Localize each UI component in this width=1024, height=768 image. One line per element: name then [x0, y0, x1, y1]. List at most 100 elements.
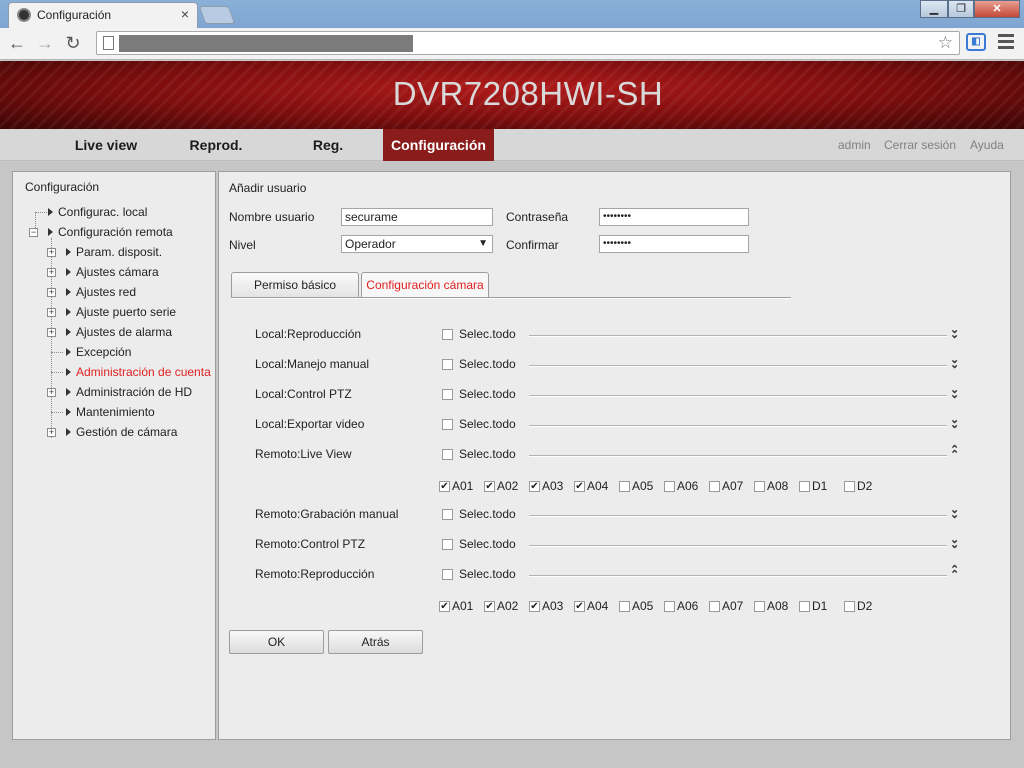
- tree-item-param-disposit[interactable]: Param. disposit.: [76, 243, 162, 261]
- tree-item-ajuste-puerto-serie[interactable]: Ajuste puerto serie: [76, 303, 176, 321]
- double-chevron-down-icon[interactable]: ⌄ ⌄: [950, 355, 959, 371]
- tree-item-configurac-local[interactable]: Configurac. local: [58, 203, 147, 221]
- back-button[interactable]: Atrás: [328, 630, 423, 654]
- tree-item-mantenimiento[interactable]: Mantenimiento: [76, 403, 155, 421]
- select-all-checkbox[interactable]: [442, 419, 453, 430]
- channel-label: A04: [587, 599, 609, 613]
- tree-item-configuracion-remota[interactable]: Configuración remota: [58, 223, 173, 241]
- maximize-button[interactable]: ❐: [948, 0, 974, 18]
- tab-permiso-basico[interactable]: Permiso básico: [231, 272, 359, 298]
- expand-icon[interactable]: +: [47, 308, 56, 317]
- channel-checkbox[interactable]: ✔: [484, 601, 495, 612]
- confirm-input[interactable]: ••••••••: [599, 235, 749, 253]
- select-all-checkbox[interactable]: [442, 569, 453, 580]
- browser-tab[interactable]: Configuración ×: [8, 2, 198, 28]
- menu-icon[interactable]: [998, 34, 1014, 50]
- select-all-checkbox[interactable]: [442, 389, 453, 400]
- channel-checkbox[interactable]: [619, 601, 630, 612]
- permission-label: Remoto:Control PTZ: [255, 537, 366, 551]
- extension-icon[interactable]: ◧: [966, 33, 986, 51]
- back-icon[interactable]: ←: [6, 32, 28, 54]
- nav-configuracion[interactable]: Configuración: [383, 129, 494, 161]
- level-select[interactable]: Operador ▼: [341, 235, 493, 253]
- select-all-checkbox[interactable]: [442, 359, 453, 370]
- help-link[interactable]: Ayuda: [970, 129, 1004, 161]
- permission-label: Local:Reproducción: [255, 327, 362, 341]
- expand-icon[interactable]: +: [47, 428, 56, 437]
- select-all-label: Selec.todo: [459, 537, 516, 551]
- channel-checkbox[interactable]: ✔: [529, 601, 540, 612]
- select-all-label: Selec.todo: [459, 447, 516, 461]
- channel-checkbox[interactable]: [709, 601, 720, 612]
- channel-label: A03: [542, 599, 564, 613]
- tree-item-gestion-camara[interactable]: Gestión de cámara: [76, 423, 177, 441]
- tree-item-ajustes-camara[interactable]: Ajustes cámara: [76, 263, 159, 281]
- channel-checkbox[interactable]: [664, 601, 675, 612]
- tab-configuracion-camara[interactable]: Configuración cámara: [361, 272, 489, 298]
- channel-checkbox[interactable]: [799, 481, 810, 492]
- expand-icon[interactable]: +: [47, 288, 56, 297]
- tree-item-excepcion[interactable]: Excepción: [76, 343, 131, 361]
- reload-icon[interactable]: ↻: [62, 32, 84, 54]
- channel-checkbox[interactable]: [844, 481, 855, 492]
- tree-connector: [51, 352, 63, 353]
- select-all-checkbox[interactable]: [442, 449, 453, 460]
- forward-icon[interactable]: →: [34, 32, 56, 54]
- tree-item-administracion-cuenta[interactable]: Administración de cuenta: [76, 363, 211, 381]
- address-bar[interactable]: ☆: [96, 31, 960, 55]
- channel-label: A01: [452, 479, 474, 493]
- double-chevron-down-icon[interactable]: ⌄ ⌄: [950, 385, 959, 401]
- tree-item-ajustes-alarma[interactable]: Ajustes de alarma: [76, 323, 172, 341]
- tab-close-icon[interactable]: ×: [181, 6, 189, 22]
- channel-checkbox[interactable]: ✔: [439, 601, 450, 612]
- double-chevron-up-icon[interactable]: ⌃ ⌃: [950, 445, 959, 461]
- expand-icon[interactable]: +: [47, 328, 56, 337]
- channel-checkbox[interactable]: ✔: [574, 481, 585, 492]
- channel-checkbox[interactable]: [709, 481, 720, 492]
- permission-label: Local:Manejo manual: [255, 357, 370, 371]
- channel-checkbox[interactable]: ✔: [529, 481, 540, 492]
- collapse-icon[interactable]: −: [29, 228, 38, 237]
- tree-item-administracion-hd[interactable]: Administración de HD: [76, 383, 192, 401]
- double-chevron-up-icon[interactable]: ⌃ ⌃: [950, 565, 959, 581]
- select-all-checkbox[interactable]: [442, 509, 453, 520]
- expand-icon[interactable]: +: [47, 248, 56, 257]
- channel-checkbox[interactable]: [754, 481, 765, 492]
- permission-divider: [529, 575, 947, 577]
- double-chevron-down-icon[interactable]: ⌄ ⌄: [950, 325, 959, 341]
- tree-arrow-icon: [66, 428, 71, 436]
- nav-reg[interactable]: Reg.: [288, 129, 368, 161]
- tab-divider: [231, 297, 791, 299]
- double-chevron-down-icon[interactable]: ⌄ ⌄: [950, 505, 959, 521]
- password-input[interactable]: ••••••••: [599, 208, 749, 226]
- expand-icon[interactable]: +: [47, 388, 56, 397]
- channel-label: D2: [857, 599, 873, 613]
- channel-checkbox[interactable]: ✔: [574, 601, 585, 612]
- channel-label: A06: [677, 479, 699, 493]
- minimize-button[interactable]: ▁: [920, 0, 948, 18]
- channel-label: D1: [812, 479, 828, 493]
- logout-link[interactable]: Cerrar sesión: [884, 129, 956, 161]
- close-window-button[interactable]: ✕: [974, 0, 1020, 18]
- channel-checkbox[interactable]: [619, 481, 630, 492]
- double-chevron-down-icon[interactable]: ⌄ ⌄: [950, 415, 959, 431]
- channel-checkbox[interactable]: ✔: [439, 481, 450, 492]
- channel-checkbox[interactable]: [664, 481, 675, 492]
- permission-divider: [529, 365, 947, 367]
- nav-reprod[interactable]: Reprod.: [170, 129, 262, 161]
- double-chevron-down-icon[interactable]: ⌄ ⌄: [950, 535, 959, 551]
- channel-checkbox[interactable]: [844, 601, 855, 612]
- bookmark-star-icon[interactable]: ☆: [938, 33, 953, 53]
- username-input[interactable]: securame: [341, 208, 493, 226]
- select-all-checkbox[interactable]: [442, 329, 453, 340]
- channel-checkbox[interactable]: [754, 601, 765, 612]
- channel-checkbox[interactable]: [799, 601, 810, 612]
- nav-live-view[interactable]: Live view: [56, 129, 156, 161]
- expand-icon[interactable]: +: [47, 268, 56, 277]
- new-tab-button[interactable]: [198, 6, 236, 24]
- select-all-checkbox[interactable]: [442, 539, 453, 550]
- password-label: Contraseña: [506, 210, 569, 224]
- tree-item-ajustes-red[interactable]: Ajustes red: [76, 283, 136, 301]
- ok-button[interactable]: OK: [229, 630, 324, 654]
- channel-checkbox[interactable]: ✔: [484, 481, 495, 492]
